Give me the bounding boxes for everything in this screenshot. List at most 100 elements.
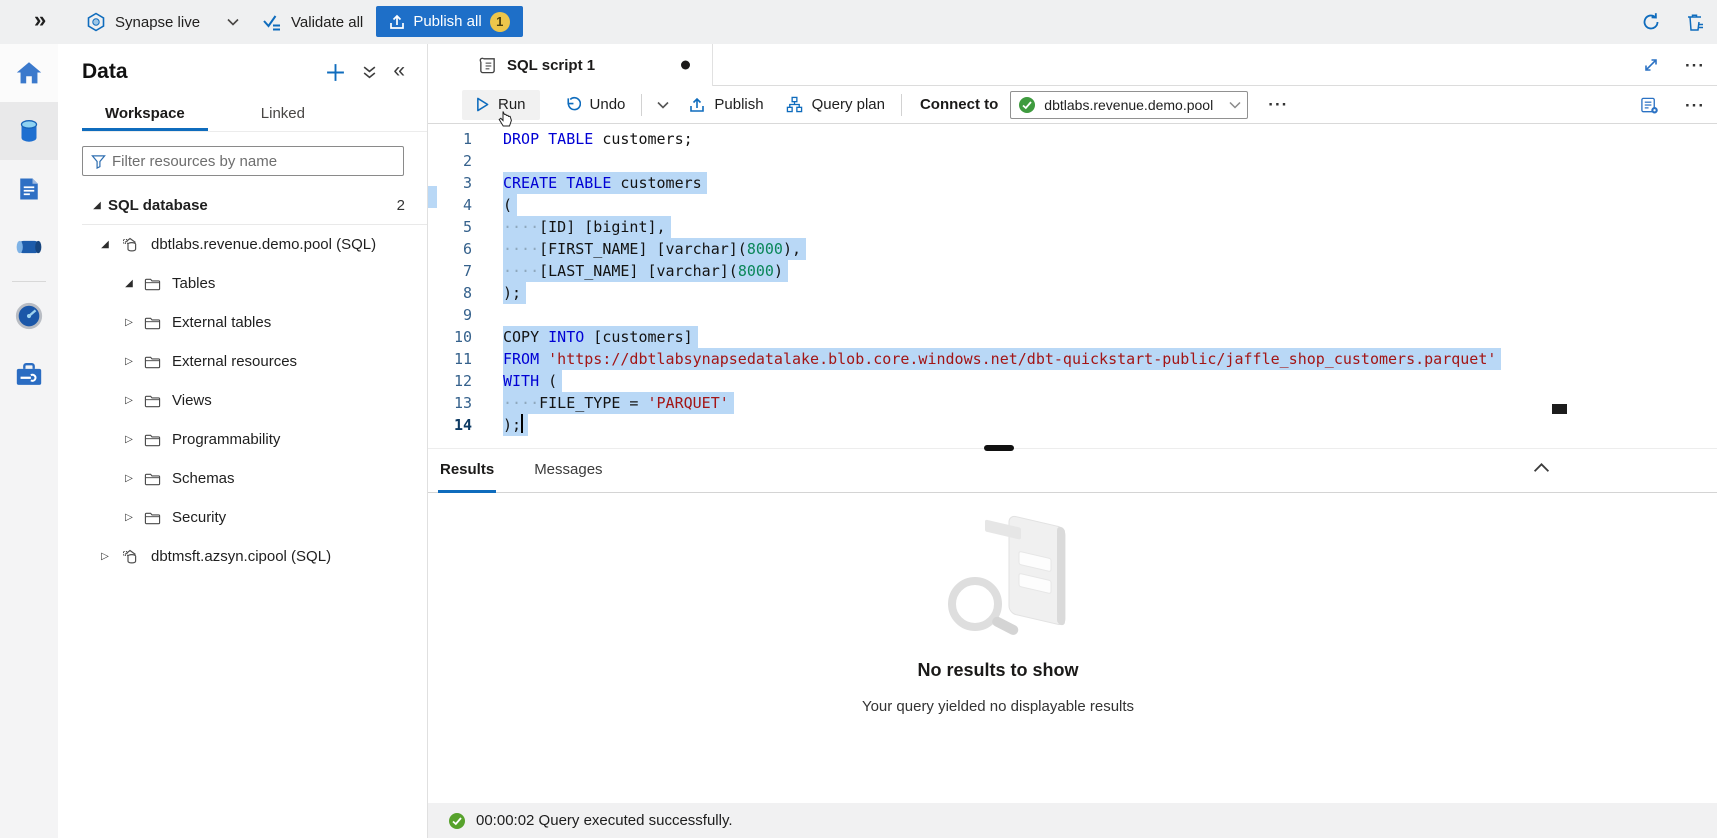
expand-node-icon[interactable]: ▷ — [122, 395, 136, 406]
folder-icon — [144, 355, 161, 369]
undo-button[interactable]: Undo — [564, 96, 626, 113]
undo-label: Undo — [590, 96, 626, 113]
gauge-icon — [14, 301, 44, 331]
expand-node-icon[interactable]: ▷ — [122, 434, 136, 445]
code-editor[interactable]: 1 DROP TABLE customers; 23CREATE TABLE cus… — [428, 124, 1717, 448]
query-status-text: 00:00:02 Query executed successfully. — [476, 812, 733, 829]
tree-item-dbtmsft-azsyn-cipool-sql[interactable]: ▷dbtmsft.azsyn.cipool (SQL) — [58, 537, 427, 576]
expand-node-icon[interactable]: ▷ — [98, 551, 112, 562]
expand-editor-icon[interactable] — [1643, 57, 1659, 73]
query-plan-button[interactable]: Query plan — [786, 96, 885, 113]
line-content: DROP TABLE customers; — [503, 128, 693, 150]
code-line-8[interactable]: 8); — [428, 282, 1717, 304]
collapse-panel-chevrons[interactable]: « — [393, 60, 405, 81]
tab-linked[interactable]: Linked — [238, 99, 328, 131]
connection-dropdown[interactable]: dbtlabs.revenue.demo.pool — [1010, 91, 1248, 119]
tab-messages[interactable]: Messages — [532, 449, 604, 493]
validate-all-label: Validate all — [291, 14, 363, 31]
line-content: ( — [503, 194, 517, 216]
tab-workspace[interactable]: Workspace — [82, 99, 208, 131]
validate-all-button[interactable]: Validate all — [262, 0, 363, 44]
editor-more-options[interactable]: ··· — [1685, 97, 1705, 114]
collapse-node-icon[interactable]: ◢ — [122, 278, 136, 289]
collapse-node-icon[interactable]: ◢ — [98, 239, 112, 250]
tree-item-dbtlabs-revenue-demo-pool-sql[interactable]: ◢ dbtlabs.revenue.demo.pool (SQL) — [58, 225, 427, 264]
nav-develop[interactable] — [0, 160, 58, 218]
refresh-icon[interactable] — [1641, 12, 1661, 32]
sql-script-icon — [478, 56, 497, 75]
run-options-chevron-icon[interactable] — [657, 101, 669, 109]
publish-all-button[interactable]: Publish all 1 — [376, 6, 523, 37]
filter-input[interactable] — [106, 153, 403, 170]
discard-trash-icon[interactable] — [1685, 12, 1705, 32]
tree-item-label: dbtlabs.revenue.demo.pool (SQL) — [151, 236, 376, 253]
publish-label: Publish — [714, 96, 763, 113]
properties-icon[interactable] — [1640, 96, 1659, 115]
tree-item-views[interactable]: ▷ Views — [58, 381, 427, 420]
nav-manage[interactable] — [0, 345, 58, 403]
add-resource-button[interactable] — [325, 62, 346, 83]
code-line-12[interactable]: 12WITH ( — [428, 370, 1717, 392]
undo-icon — [564, 96, 581, 113]
nav-monitor[interactable] — [0, 287, 58, 345]
collapse-all-icon[interactable] — [362, 65, 377, 80]
code-line-2[interactable]: 2 — [428, 150, 1717, 172]
nav-home[interactable] — [0, 44, 58, 102]
line-content: ); — [503, 282, 526, 304]
code-line-13[interactable]: 13····FILE_TYPE = 'PARQUET' — [428, 392, 1717, 414]
nav-data[interactable] — [0, 102, 58, 160]
collapse-results-chevron-icon[interactable] — [1533, 462, 1550, 473]
tree-item-schemas[interactable]: ▷ Schemas — [58, 459, 427, 498]
expand-node-icon[interactable]: ▷ — [122, 356, 136, 367]
selection-highlight: ····[ID] [bigint], — [503, 216, 671, 238]
tree-item-label: Schemas — [172, 470, 235, 487]
run-play-icon — [476, 97, 489, 112]
code-line-4[interactable]: 4( — [428, 194, 1717, 216]
validate-check-icon — [262, 13, 282, 31]
nav-integrate[interactable] — [0, 218, 58, 276]
code-line-11[interactable]: 11FROM 'https://dbtlabsynapsedatalake.bl… — [428, 348, 1717, 370]
code-line-14[interactable]: 14); — [428, 414, 1717, 436]
code-line-5[interactable]: 5····[ID] [bigint], — [428, 216, 1717, 238]
tree-item-security[interactable]: ▷ Security — [58, 498, 427, 537]
line-number: 1 — [428, 128, 472, 150]
expand-node-icon[interactable]: ▷ — [122, 473, 136, 484]
expand-node-icon[interactable]: ▷ — [122, 317, 136, 328]
mode-selector[interactable]: Synapse live — [86, 0, 239, 44]
collapse-node-icon[interactable]: ◢ — [90, 200, 104, 211]
synapse-live-icon — [86, 12, 106, 32]
code-line-6[interactable]: 6····[FIRST_NAME] [varchar](8000), — [428, 238, 1717, 260]
expand-menu-chevrons[interactable]: » — [34, 7, 44, 33]
pipeline-icon — [14, 236, 44, 258]
line-content: WITH ( — [503, 370, 562, 392]
panel-splitter-handle[interactable] — [984, 445, 1014, 451]
expand-node-icon[interactable]: ▷ — [122, 512, 136, 523]
publish-upload-icon — [389, 14, 405, 30]
tree-item-external-resources[interactable]: ▷External resources — [58, 342, 427, 381]
tab-results[interactable]: Results — [438, 449, 496, 493]
tree-item-label: Programmability — [172, 431, 280, 448]
tree-item-sql-database[interactable]: ◢SQL database2 — [58, 186, 427, 225]
toolbar-more-options[interactable]: ··· — [1268, 96, 1288, 113]
code-line-7[interactable]: 7····[LAST_NAME] [varchar](8000) — [428, 260, 1717, 282]
synapse-studio: » Synapse live Validate all Publish all … — [0, 0, 1717, 838]
tree-item-external-tables[interactable]: ▷External tables — [58, 303, 427, 342]
tree-item-programmability[interactable]: ▷ Programmability — [58, 420, 427, 459]
code-line-10[interactable]: 10COPY INTO [customers] — [428, 326, 1717, 348]
publish-button[interactable]: Publish — [689, 96, 763, 113]
overview-ruler-cursor-marker[interactable] — [1552, 404, 1567, 414]
tree-item-tables[interactable]: ◢Tables — [58, 264, 427, 303]
document-tab-bar: SQL script 1 ··· — [428, 44, 1717, 86]
tab-sql-script-1[interactable]: SQL script 1 — [428, 44, 713, 86]
line-number: 13 — [428, 392, 472, 414]
tab-more-options[interactable]: ··· — [1685, 57, 1705, 74]
line-number: 2 — [428, 150, 472, 172]
tree-item-label: Views — [172, 392, 212, 409]
run-button[interactable]: Run — [462, 90, 540, 120]
code-line-3[interactable]: 3CREATE TABLE customers — [428, 172, 1717, 194]
code-line-9[interactable]: 9 — [428, 304, 1717, 326]
mode-label: Synapse live — [115, 14, 200, 31]
tree-item-label: Security — [172, 509, 226, 526]
data-panel-title: Data — [82, 60, 128, 84]
code-line-1[interactable]: 1 DROP TABLE customers; — [428, 128, 1717, 150]
